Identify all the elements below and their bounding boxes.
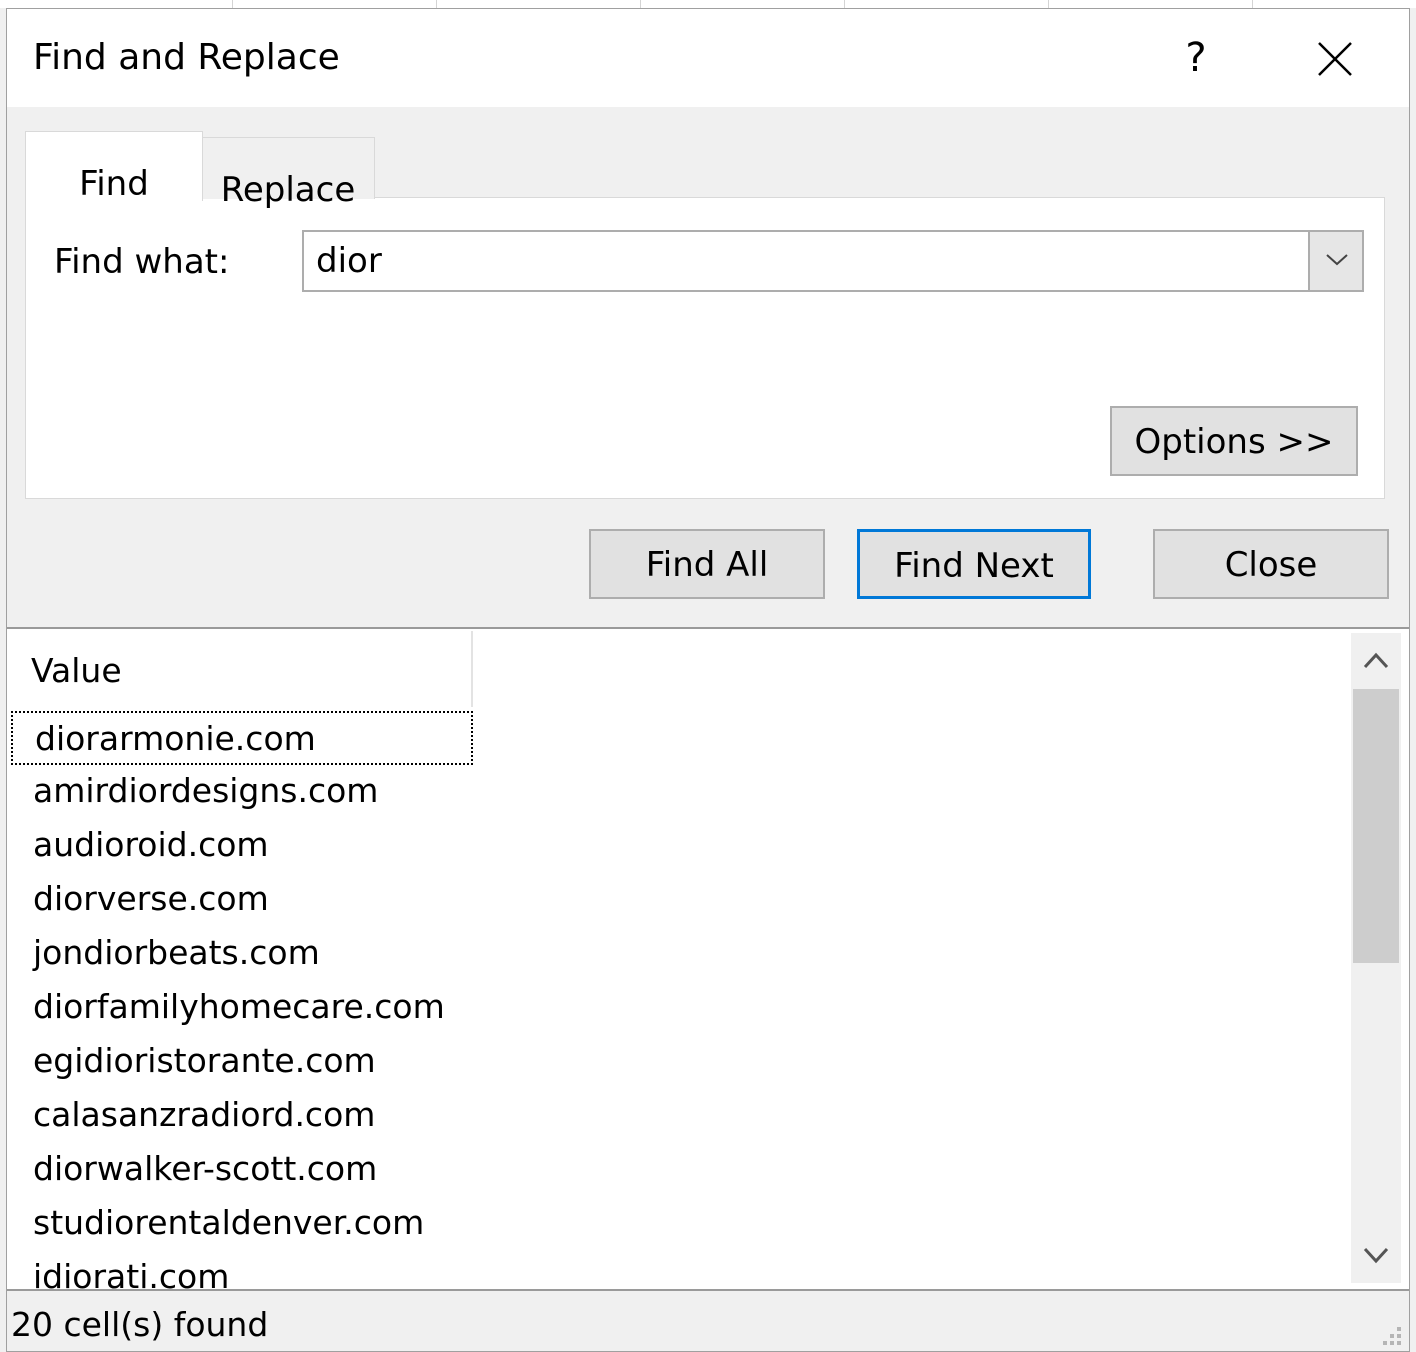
find-history-dropdown-button[interactable] <box>1308 232 1362 290</box>
scrollbar-thumb[interactable] <box>1353 689 1399 963</box>
result-row[interactable]: calasanzradiord.com <box>11 1089 473 1143</box>
find-replace-dialog: Find and Replace ? Find Replace Find wha… <box>6 8 1410 1352</box>
find-next-label: Find Next <box>894 546 1054 586</box>
scroll-down-icon[interactable] <box>1351 1229 1401 1283</box>
result-value: diorverse.com <box>33 879 269 918</box>
find-what-input[interactable] <box>304 232 1306 290</box>
options-button[interactable]: Options >> <box>1110 406 1358 476</box>
find-what-label: Find what: <box>54 242 230 282</box>
find-next-button[interactable]: Find Next <box>857 529 1091 599</box>
vertical-scrollbar[interactable] <box>1351 633 1401 1283</box>
result-row[interactable]: egidioristorante.com <box>11 1035 473 1089</box>
resize-grip-icon[interactable] <box>1377 1321 1403 1347</box>
scroll-up-icon[interactable] <box>1351 633 1401 687</box>
result-row[interactable]: studiorentaldenver.com <box>11 1197 473 1251</box>
chevron-down-icon <box>1326 254 1348 266</box>
result-row[interactable]: jondiorbeats.com <box>11 927 473 981</box>
result-value: audioroid.com <box>33 825 269 864</box>
result-value: amirdiordesigns.com <box>33 771 379 810</box>
result-value: diorwalker-scott.com <box>33 1149 378 1188</box>
find-what-combobox[interactable] <box>302 230 1364 292</box>
title-bar: Find and Replace ? <box>7 9 1409 107</box>
close-button-label: Close <box>1224 545 1318 585</box>
result-value: diorarmonie.com <box>35 719 316 758</box>
results-list[interactable]: Value diorarmonie.com amirdiordesigns.co… <box>7 627 1409 1291</box>
close-icon[interactable] <box>1315 39 1355 79</box>
column-divider[interactable] <box>471 631 473 707</box>
result-value: idiorati.com <box>33 1257 230 1291</box>
result-row[interactable]: diorwalker-scott.com <box>11 1143 473 1197</box>
tab-replace[interactable]: Replace <box>201 137 375 210</box>
close-button[interactable]: Close <box>1153 529 1389 599</box>
result-value: egidioristorante.com <box>33 1041 376 1080</box>
result-row[interactable]: diorverse.com <box>11 873 473 927</box>
status-text: 20 cell(s) found <box>11 1305 269 1344</box>
result-row[interactable]: audioroid.com <box>11 819 473 873</box>
result-value: calasanzradiord.com <box>33 1095 376 1134</box>
tab-find[interactable]: Find <box>25 131 203 204</box>
tab-replace-label: Replace <box>220 170 356 210</box>
result-row[interactable]: diorarmonie.com <box>11 711 473 765</box>
background-sheet-strip <box>0 0 1416 8</box>
find-all-button[interactable]: Find All <box>589 529 825 599</box>
result-value: diorfamilyhomecare.com <box>33 987 445 1026</box>
result-value: jondiorbeats.com <box>33 933 320 972</box>
find-all-label: Find All <box>645 545 769 585</box>
result-row[interactable]: amirdiordesigns.com <box>11 765 473 819</box>
result-row[interactable]: idiorati.com <box>11 1251 473 1291</box>
options-button-label: Options >> <box>1134 422 1334 462</box>
result-row[interactable]: diorfamilyhomecare.com <box>11 981 473 1035</box>
tab-find-label: Find <box>79 164 149 204</box>
help-icon[interactable]: ? <box>1181 35 1211 81</box>
find-panel: Find what: Options >> <box>25 197 1385 499</box>
column-header-value[interactable]: Value <box>31 651 122 690</box>
dialog-title: Find and Replace <box>33 37 340 78</box>
result-value: studiorentaldenver.com <box>33 1203 425 1242</box>
